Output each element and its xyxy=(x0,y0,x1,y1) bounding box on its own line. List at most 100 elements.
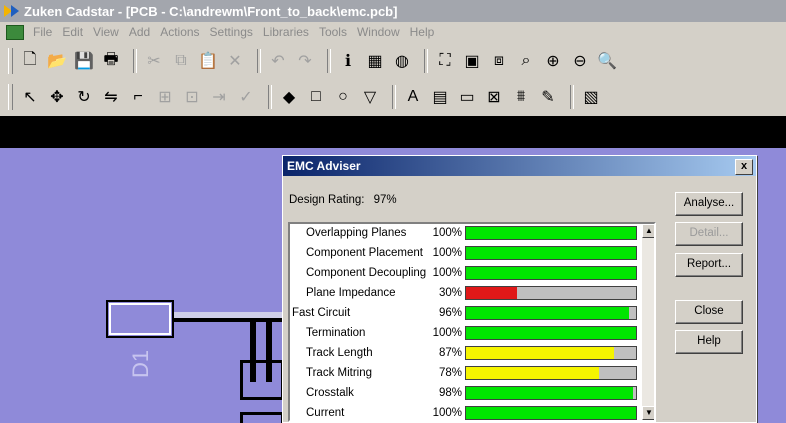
layer-icon[interactable]: ▭ xyxy=(456,86,478,108)
toolbar-separator xyxy=(392,85,396,109)
zoom-out-icon[interactable]: ⊖ xyxy=(569,50,591,72)
list-item[interactable]: Termination 100% xyxy=(290,324,640,344)
list-item[interactable]: Fast Circuit 96% xyxy=(290,304,640,324)
rule-progress-bar xyxy=(465,406,637,420)
progress-fill xyxy=(466,287,517,299)
rule-progress-bar xyxy=(465,346,637,360)
close-button[interactable]: Close xyxy=(675,300,743,324)
menu-add[interactable]: Add xyxy=(124,25,155,39)
rule-percentage: 100% xyxy=(432,407,462,419)
list-item[interactable]: Component Placement 100% xyxy=(290,244,640,264)
help-button[interactable]: Help xyxy=(675,330,743,354)
toolbar-separator xyxy=(268,85,272,109)
report-button[interactable]: Report... xyxy=(675,253,743,277)
move-icon[interactable]: ✥ xyxy=(46,86,68,108)
route-track-icon[interactable]: ⌐ xyxy=(127,86,149,108)
rule-percentage: 30% xyxy=(438,287,462,299)
rule-progress-bar xyxy=(465,386,637,400)
zoom-select-icon[interactable]: ⌕ xyxy=(515,50,537,72)
new-file-icon[interactable]: 🗋 xyxy=(19,50,41,72)
add-via-icon[interactable]: ⊡ xyxy=(181,86,203,108)
add-component-icon[interactable]: ⊞ xyxy=(154,86,176,108)
design-rating-value: 97% xyxy=(373,194,397,206)
save-icon[interactable]: 💾 xyxy=(73,50,95,72)
polygon-icon[interactable]: ▽ xyxy=(359,86,381,108)
report-icon[interactable]: ▧ xyxy=(580,86,602,108)
list-item[interactable]: Overlapping Planes 100% xyxy=(290,224,640,244)
undo-icon[interactable]: ↶ xyxy=(267,50,289,72)
edit-icon[interactable]: ✎ xyxy=(537,86,559,108)
list-item[interactable]: Track Mitring 78% xyxy=(290,364,640,384)
rule-progress-bar xyxy=(465,326,637,340)
menu-libraries[interactable]: Libraries xyxy=(258,25,314,39)
rule-percentage: 100% xyxy=(432,327,462,339)
close-icon[interactable]: x xyxy=(735,159,753,175)
menu-settings[interactable]: Settings xyxy=(205,25,258,39)
copy-icon[interactable]: ⧉ xyxy=(170,50,192,72)
emc-rule-list[interactable]: Current 100% Crosstalk 98% Track Mitring 78% T… xyxy=(288,222,656,422)
rule-name: Current xyxy=(306,407,345,419)
circle-icon[interactable]: ○ xyxy=(332,86,354,108)
info-icon[interactable]: ℹ xyxy=(337,50,359,72)
list-item[interactable]: Current 100% xyxy=(290,404,640,420)
toolbar-grip[interactable] xyxy=(8,48,13,74)
check-icon[interactable]: ✓ xyxy=(235,86,257,108)
rule-name: Plane Impedance xyxy=(306,287,396,299)
toolbar-separator xyxy=(133,49,137,73)
menu-window[interactable]: Window xyxy=(352,25,405,39)
rule-name: Track Length xyxy=(306,347,373,359)
rule-percentage: 98% xyxy=(438,387,462,399)
connect-icon[interactable]: ⇥ xyxy=(208,86,230,108)
menu-file[interactable]: File xyxy=(28,25,57,39)
rule-percentage: 100% xyxy=(432,247,462,259)
menu-bar: File Edit View Add Actions Settings Libraries T… xyxy=(0,22,786,42)
list-item[interactable]: Component Decoupling 100% xyxy=(290,264,640,284)
shape-icon[interactable]: ◆ xyxy=(278,86,300,108)
menu-view[interactable]: View xyxy=(88,25,124,39)
list-item[interactable]: Plane Impedance 30% xyxy=(290,284,640,304)
print-icon[interactable]: 🖶 xyxy=(100,50,122,72)
progress-fill xyxy=(466,307,630,319)
zoom-in-icon[interactable]: ⊕ xyxy=(542,50,564,72)
progress-fill xyxy=(466,347,614,359)
open-folder-icon[interactable]: 📂 xyxy=(46,50,68,72)
dimension-icon[interactable]: ▤ xyxy=(429,86,451,108)
cut-icon[interactable]: ✂ xyxy=(143,50,165,72)
zoom-window-icon[interactable]: ▣ xyxy=(461,50,483,72)
zoom-fit-icon[interactable]: ⛶ xyxy=(434,50,456,72)
design-rating: Design Rating: 97% xyxy=(289,194,397,206)
color-palette-icon[interactable]: ◍ xyxy=(391,50,413,72)
grid-icon[interactable]: ▦ xyxy=(364,50,386,72)
menu-tools[interactable]: Tools xyxy=(314,25,352,39)
scroll-up-icon[interactable]: ▲ xyxy=(642,224,654,238)
autorouter-icon[interactable]: ⩩ xyxy=(510,86,532,108)
list-item[interactable]: Crosstalk 98% xyxy=(290,384,640,404)
rule-percentage: 78% xyxy=(438,367,462,379)
mirror-icon[interactable]: ⇋ xyxy=(100,86,122,108)
menu-help[interactable]: Help xyxy=(405,25,440,39)
rectangle-icon[interactable]: □ xyxy=(305,86,327,108)
analyse-button[interactable]: Analyse... xyxy=(675,192,743,216)
text-icon[interactable]: A xyxy=(402,86,424,108)
list-scrollbar[interactable]: ▲ ▼ xyxy=(642,224,654,420)
menu-actions[interactable]: Actions xyxy=(155,25,204,39)
select-pointer-icon[interactable]: ↖ xyxy=(19,86,41,108)
zoom-previous-icon[interactable]: ⧈ xyxy=(488,50,510,72)
rule-progress-bar xyxy=(465,286,637,300)
design-rating-label: Design Rating: xyxy=(289,194,365,206)
toolbar-grip[interactable] xyxy=(8,84,13,110)
paste-icon[interactable]: 📋 xyxy=(197,50,219,72)
menu-edit[interactable]: Edit xyxy=(57,25,88,39)
redo-icon[interactable]: ↷ xyxy=(294,50,316,72)
design-rules-icon[interactable]: ⊠ xyxy=(483,86,505,108)
rotate-icon[interactable]: ↻ xyxy=(73,86,95,108)
scroll-down-icon[interactable]: ▼ xyxy=(642,406,654,420)
progress-fill xyxy=(466,387,633,399)
list-item[interactable]: Track Length 87% xyxy=(290,344,640,364)
detail-button[interactable]: Detail... xyxy=(675,222,743,246)
document-menu-icon[interactable] xyxy=(6,24,24,40)
zoom-all-icon[interactable]: 🔍 xyxy=(596,50,618,72)
title-bar: Zuken Cadstar - [PCB - C:\andrewm\Front_… xyxy=(0,0,786,22)
emc-adviser-dialog: EMC Adviser x Design Rating: 97% Current… xyxy=(282,155,757,423)
delete-icon[interactable]: ✕ xyxy=(224,50,246,72)
